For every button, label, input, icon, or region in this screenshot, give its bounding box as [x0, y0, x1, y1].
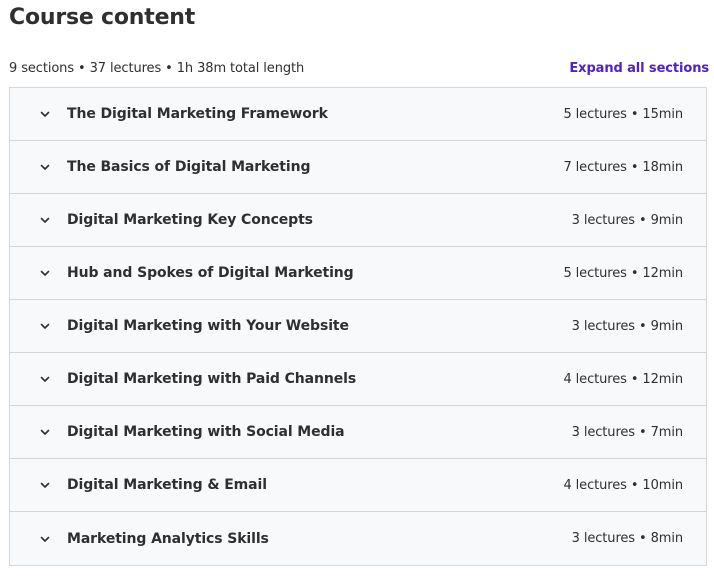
section-row[interactable]: Hub and Spokes of Digital Marketing 5 le… [10, 247, 706, 300]
chevron-down-icon [38, 266, 52, 280]
course-sections-list: The Digital Marketing Framework 5 lectur… [9, 87, 707, 566]
section-title: Hub and Spokes of Digital Marketing [67, 265, 354, 281]
section-meta: 3 lectures • 9min [571, 318, 683, 334]
section-meta: 3 lectures • 7min [571, 424, 683, 440]
section-row[interactable]: The Digital Marketing Framework 5 lectur… [10, 88, 706, 141]
section-title: Digital Marketing with Social Media [67, 424, 345, 440]
section-row[interactable]: The Basics of Digital Marketing 7 lectur… [10, 141, 706, 194]
section-title: Digital Marketing with Your Website [67, 318, 349, 334]
section-row[interactable]: Digital Marketing with Social Media 3 le… [10, 406, 706, 459]
section-meta: 4 lectures • 10min [563, 477, 683, 493]
section-meta: 3 lectures • 9min [571, 212, 683, 228]
section-row[interactable]: Marketing Analytics Skills 3 lectures • … [10, 512, 706, 565]
chevron-down-icon [38, 319, 52, 333]
section-row[interactable]: Digital Marketing with Your Website 3 le… [10, 300, 706, 353]
chevron-down-icon [38, 478, 52, 492]
chevron-down-icon [38, 213, 52, 227]
page-title: Course content [9, 5, 196, 30]
chevron-down-icon [38, 107, 52, 121]
chevron-down-icon [38, 372, 52, 386]
section-title: The Digital Marketing Framework [67, 106, 328, 122]
section-meta: 3 lectures • 8min [571, 531, 683, 546]
section-meta: 5 lectures • 15min [563, 106, 683, 122]
chevron-down-icon [38, 160, 52, 174]
section-row[interactable]: Digital Marketing & Email 4 lectures • 1… [10, 459, 706, 512]
section-row[interactable]: Digital Marketing Key Concepts 3 lecture… [10, 194, 706, 247]
section-title: Digital Marketing with Paid Channels [67, 371, 357, 387]
chevron-down-icon [38, 532, 52, 546]
section-meta: 7 lectures • 18min [563, 159, 683, 175]
section-meta: 4 lectures • 12min [563, 371, 683, 387]
section-title: Digital Marketing Key Concepts [67, 212, 313, 228]
section-title: Digital Marketing & Email [67, 477, 267, 493]
section-title: Marketing Analytics Skills [67, 530, 269, 547]
chevron-down-icon [38, 425, 52, 439]
course-summary-bar: 9 sections • 37 lectures • 1h 38m total … [9, 58, 709, 78]
section-meta: 5 lectures • 12min [563, 265, 683, 281]
section-title: The Basics of Digital Marketing [67, 159, 311, 175]
course-summary: 9 sections • 37 lectures • 1h 38m total … [9, 60, 305, 76]
section-row[interactable]: Digital Marketing with Paid Channels 4 l… [10, 353, 706, 406]
expand-all-sections-button[interactable]: Expand all sections [569, 61, 709, 76]
